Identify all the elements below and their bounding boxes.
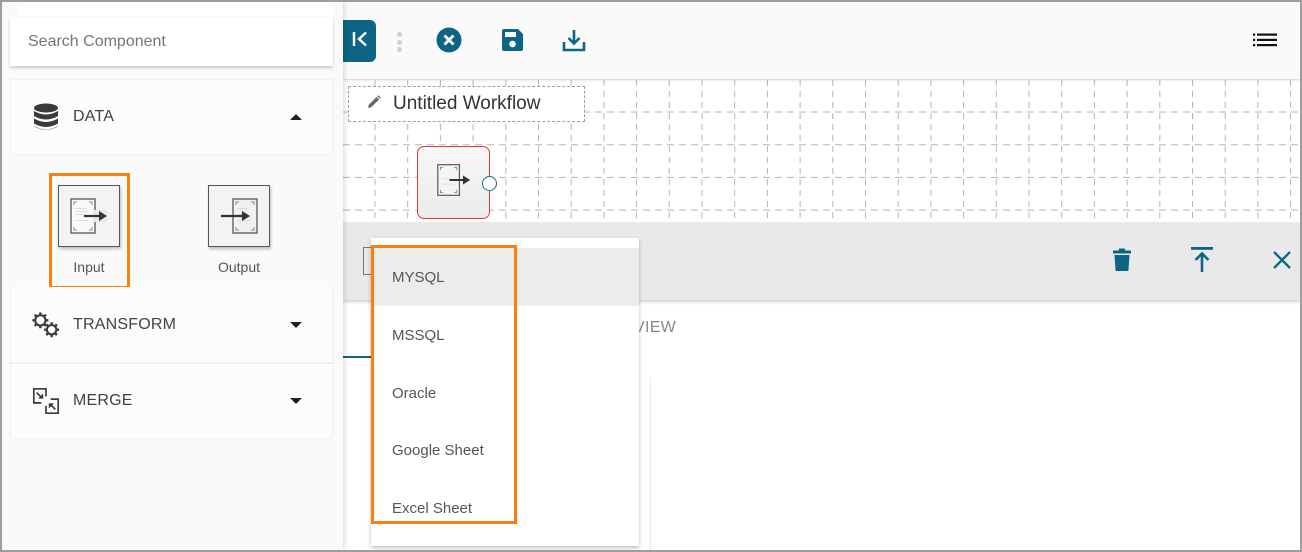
- upload-to-top-icon: [1191, 246, 1213, 278]
- section-data[interactable]: DATA: [10, 79, 333, 155]
- component-input-label: Input: [73, 259, 105, 275]
- dropdown-option-excel-sheet[interactable]: Excel Sheet: [371, 479, 639, 537]
- gears-icon: [31, 310, 61, 340]
- close-icon: [1272, 250, 1292, 275]
- component-output-label: Output: [217, 259, 261, 275]
- dropdown-option-oracle[interactable]: Oracle: [371, 364, 639, 422]
- download-workflow-button[interactable]: [561, 29, 587, 55]
- section-transform-label: TRANSFORM: [73, 315, 177, 333]
- caret-down-icon[interactable]: [290, 398, 302, 404]
- merge-icon: [31, 386, 61, 416]
- dropdown-option-mysql[interactable]: MYSQL: [371, 248, 639, 306]
- list-icon: [1253, 33, 1277, 52]
- vertical-dots-icon[interactable]: [397, 32, 403, 52]
- data-source-dropdown: MYSQL MSSQL Oracle Google Sheet Excel Sh…: [371, 238, 639, 546]
- output-component-icon: [208, 185, 270, 247]
- list-menu-button[interactable]: [1252, 32, 1278, 52]
- close-circle-icon: [436, 27, 462, 58]
- trash-icon: [1112, 248, 1132, 277]
- download-icon: [562, 28, 586, 57]
- dropdown-option-google-sheet[interactable]: Google Sheet: [371, 421, 639, 479]
- input-component-icon: [58, 185, 120, 247]
- component-sidebar: DATA Input: [2, 2, 343, 550]
- workflow-title: Untitled Workflow: [393, 93, 541, 114]
- collapse-left-icon: [351, 31, 369, 52]
- app-window: DATA Input: [2, 2, 1300, 550]
- delete-component-button[interactable]: [1109, 248, 1135, 277]
- caret-down-icon[interactable]: [290, 321, 302, 328]
- section-data-label: DATA: [73, 108, 115, 125]
- close-panel-button[interactable]: [1269, 249, 1295, 275]
- floppy-disk-icon: [500, 28, 524, 57]
- panel-divider: [650, 377, 651, 550]
- section-merge[interactable]: MERGE: [10, 363, 333, 439]
- node-output-port[interactable]: [482, 176, 497, 191]
- pencil-icon: [367, 94, 381, 114]
- input-component-icon: [434, 162, 474, 203]
- save-workflow-button[interactable]: [499, 28, 525, 57]
- workflow-toolbar: [343, 2, 1300, 80]
- caret-up-icon[interactable]: [290, 114, 302, 120]
- close-workflow-button[interactable]: [436, 27, 462, 58]
- workflow-title-field[interactable]: Untitled Workflow: [348, 86, 585, 122]
- collapse-sidebar-button[interactable]: [343, 20, 376, 62]
- workflow-canvas[interactable]: Untitled Workflow: [343, 80, 1300, 222]
- database-icon: [31, 102, 61, 132]
- section-transform[interactable]: TRANSFORM: [10, 287, 333, 363]
- active-tab-indicator: [343, 356, 371, 358]
- search-component-input[interactable]: [10, 17, 333, 66]
- component-input[interactable]: Input: [57, 185, 121, 275]
- dropdown-option-mssql[interactable]: MSSQL: [371, 306, 639, 364]
- move-to-top-button[interactable]: [1189, 246, 1215, 278]
- section-merge-label: MERGE: [73, 392, 133, 409]
- workflow-node-input[interactable]: [417, 146, 490, 219]
- sidebar-top-strip: [17, 2, 333, 16]
- component-output[interactable]: Output: [207, 185, 271, 275]
